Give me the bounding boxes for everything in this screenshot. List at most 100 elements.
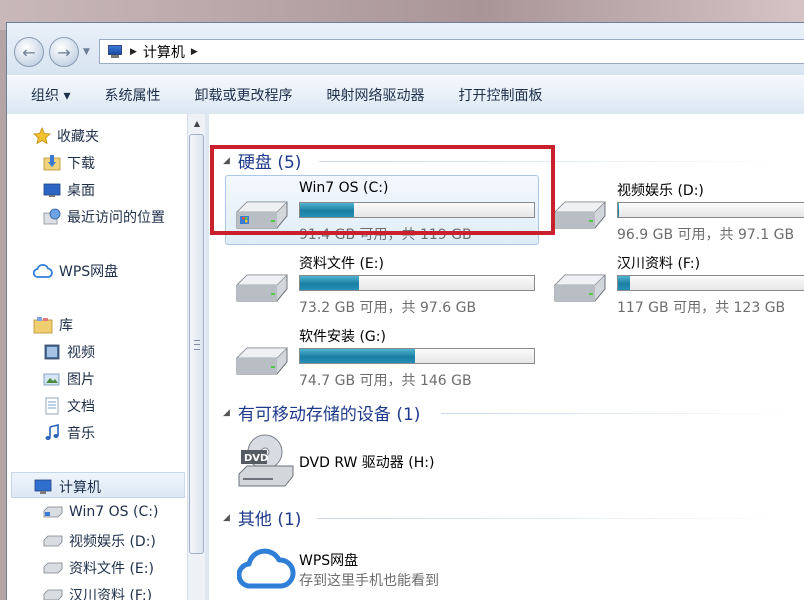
- drive-usage-fill: [300, 276, 359, 290]
- drive-name: 软件安装 (G:): [299, 329, 386, 345]
- address-bar[interactable]: ▶ 计算机 ▶: [99, 39, 804, 64]
- drive-usage-bar: [617, 275, 804, 291]
- hard-drive-icon: [554, 274, 606, 302]
- library-icon: [33, 317, 53, 334]
- drive-usage-bar: [299, 348, 535, 364]
- drive-item-f[interactable]: 汉川资料 (F:) 117 GB 可用，共 123 GB: [547, 249, 804, 321]
- nav-item-videos[interactable]: 视频: [43, 342, 95, 362]
- collapse-arrow-icon[interactable]: ◢: [223, 513, 230, 523]
- nav-label: 计算机: [59, 480, 101, 496]
- drive-name: 视频娱乐 (D:): [617, 183, 704, 199]
- nav-item-favorites[interactable]: 收藏夹: [33, 126, 99, 146]
- cloud-icon: [237, 548, 296, 589]
- red-highlight-annotation: [210, 145, 555, 235]
- drive-item-g[interactable]: 软件安装 (G:) 74.7 GB 可用，共 146 GB: [229, 322, 547, 394]
- group-removable-storage[interactable]: ◢ 有可移动存储的设备 (1): [223, 400, 420, 425]
- uninstall-program-button[interactable]: 卸载或更改程序: [177, 85, 309, 105]
- group-separator: [317, 518, 799, 519]
- hard-drive-icon: [43, 562, 63, 574]
- nav-item-desktop[interactable]: 桌面: [43, 180, 95, 200]
- nav-label: WPS网盘: [59, 264, 119, 280]
- nav-label: 视频: [67, 345, 95, 361]
- cloud-icon: [33, 263, 53, 278]
- nav-item-computer[interactable]: 计算机: [33, 477, 101, 497]
- recent-pages-dropdown[interactable]: ▼: [83, 47, 90, 57]
- dvd-label: DVD: [244, 453, 268, 464]
- drive-usage-bar: [299, 275, 535, 291]
- nav-label: 视频娱乐 (D:): [69, 534, 156, 550]
- drive-usage-fill: [618, 276, 630, 290]
- group-title: 有可移动存储的设备 (1): [237, 405, 421, 425]
- hard-drive-icon: [236, 274, 288, 302]
- nav-item-music[interactable]: 音乐: [43, 423, 95, 443]
- downloads-folder-icon: [43, 155, 61, 171]
- group-other[interactable]: ◢ 其他 (1): [223, 505, 301, 530]
- nav-label: 最近访问的位置: [67, 210, 165, 226]
- computer-icon: [106, 44, 124, 59]
- organize-button[interactable]: 组织 ▾: [7, 85, 87, 105]
- nav-scrollbar[interactable]: ▲: [187, 114, 206, 600]
- documents-icon: [45, 397, 59, 415]
- computer-icon: [34, 479, 52, 494]
- explorer-window: ← → ▼ ▶ 计算机 ▶ 组织 ▾ 系统属性 卸载或更改程序 映射网络驱动器 …: [6, 22, 804, 600]
- nav-item-wps-cloud[interactable]: WPS网盘: [33, 261, 118, 281]
- arrow-right-icon: →: [57, 42, 71, 62]
- nav-label: 汉川资料 (F:): [69, 588, 153, 600]
- nav-label: 桌面: [67, 183, 95, 199]
- video-icon: [44, 344, 60, 360]
- address-row: ← → ▼ ▶ 计算机 ▶: [7, 23, 804, 75]
- nav-item-recent-places[interactable]: 最近访问的位置: [43, 207, 165, 227]
- nav-label: 文档: [67, 399, 95, 415]
- hard-drive-icon: [554, 201, 606, 229]
- nav-item-drive-f[interactable]: 汉川资料 (F:): [43, 585, 152, 600]
- hard-drive-icon: [43, 589, 63, 600]
- drive-free-space: 117 GB 可用，共 123 GB: [617, 300, 786, 316]
- nav-item-pictures[interactable]: 图片: [43, 369, 95, 389]
- nav-label: 库: [59, 318, 73, 334]
- os-drive-icon: [43, 506, 63, 518]
- hard-drive-icon: [43, 535, 63, 547]
- nav-item-drive-e[interactable]: 资料文件 (E:): [43, 558, 154, 578]
- group-title: 其他 (1): [237, 510, 302, 530]
- nav-item-libraries[interactable]: 库: [33, 315, 73, 335]
- nav-label: 音乐: [67, 426, 95, 442]
- back-button[interactable]: ←: [14, 37, 44, 67]
- open-control-panel-button[interactable]: 打开控制面板: [441, 85, 559, 105]
- drive-item-d[interactable]: 视频娱乐 (D:) 96.9 GB 可用，共 97.1 GB: [547, 176, 804, 248]
- drive-usage-fill: [300, 349, 415, 363]
- nav-item-downloads[interactable]: 下载: [43, 153, 95, 173]
- scroll-up-arrow-icon[interactable]: ▲: [188, 114, 206, 132]
- drive-usage-fill: [618, 203, 620, 217]
- drive-name: 汉川资料 (F:): [617, 256, 701, 272]
- scroll-thumb[interactable]: [189, 134, 204, 554]
- drive-free-space: 74.7 GB 可用，共 146 GB: [299, 373, 472, 389]
- map-network-drive-button[interactable]: 映射网络驱动器: [309, 85, 441, 105]
- drive-name: 资料文件 (E:): [299, 256, 384, 272]
- drive-item-e[interactable]: 资料文件 (E:) 73.2 GB 可用，共 97.6 GB: [229, 249, 547, 321]
- wps-cloud-item[interactable]: WPS网盘 存到这里手机也能看到: [229, 538, 529, 598]
- nav-label: 资料文件 (E:): [69, 561, 154, 577]
- address-path[interactable]: 计算机: [143, 42, 185, 62]
- group-separator: [441, 413, 799, 414]
- desktop-icon: [43, 183, 61, 197]
- nav-label: 图片: [67, 372, 95, 388]
- nav-item-documents[interactable]: 文档: [43, 396, 95, 416]
- command-bar: 组织 ▾ 系统属性 卸载或更改程序 映射网络驱动器 打开控制面板: [7, 75, 804, 115]
- forward-button[interactable]: →: [49, 37, 79, 67]
- nav-label: Win7 OS (C:): [69, 504, 159, 520]
- chevron-right-icon[interactable]: ▶: [130, 47, 137, 57]
- nav-label: 下载: [67, 156, 95, 172]
- nav-item-drive-c[interactable]: Win7 OS (C:): [43, 504, 158, 520]
- drive-item-dvd[interactable]: DVD DVD RW 驱动器 (H:): [229, 432, 529, 492]
- wps-description: 存到这里手机也能看到: [299, 573, 439, 589]
- recent-places-icon: [43, 208, 61, 225]
- dvd-drive-icon: DVD: [238, 434, 294, 487]
- nav-label: 收藏夹: [57, 129, 99, 145]
- drive-name: DVD RW 驱动器 (H:): [299, 455, 435, 471]
- nav-item-drive-d[interactable]: 视频娱乐 (D:): [43, 531, 156, 551]
- star-icon: [33, 127, 51, 145]
- drive-usage-bar: [617, 202, 804, 218]
- chevron-right-icon[interactable]: ▶: [191, 47, 198, 57]
- collapse-arrow-icon[interactable]: ◢: [223, 408, 230, 418]
- system-properties-button[interactable]: 系统属性: [87, 85, 177, 105]
